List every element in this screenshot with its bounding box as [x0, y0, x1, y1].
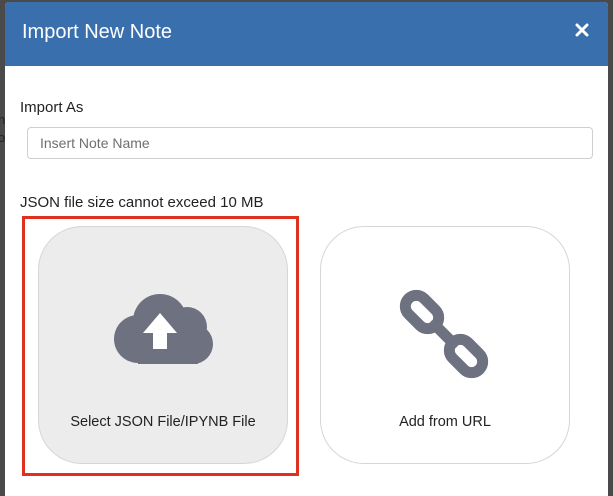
- select-json-file-label: Select JSON File/IPYNB File: [70, 414, 256, 430]
- close-icon: [575, 23, 589, 37]
- dialog-title: Import New Note: [22, 21, 173, 43]
- add-from-url-label: Add from URL: [399, 414, 491, 430]
- dialog-header: Import New Note: [5, 2, 608, 66]
- import-note-dialog: Import New Note Import As JSON file size…: [5, 2, 608, 496]
- close-button[interactable]: [574, 22, 590, 38]
- file-size-note: JSON file size cannot exceed 10 MB: [20, 194, 264, 211]
- select-json-file-option[interactable]: Select JSON File/IPYNB File: [38, 226, 288, 464]
- link-icon: [399, 289, 489, 379]
- import-as-label: Import As: [20, 99, 84, 116]
- cloud-upload-icon: [114, 294, 213, 364]
- note-name-input[interactable]: [27, 127, 593, 159]
- add-from-url-option[interactable]: Add from URL: [320, 226, 570, 464]
